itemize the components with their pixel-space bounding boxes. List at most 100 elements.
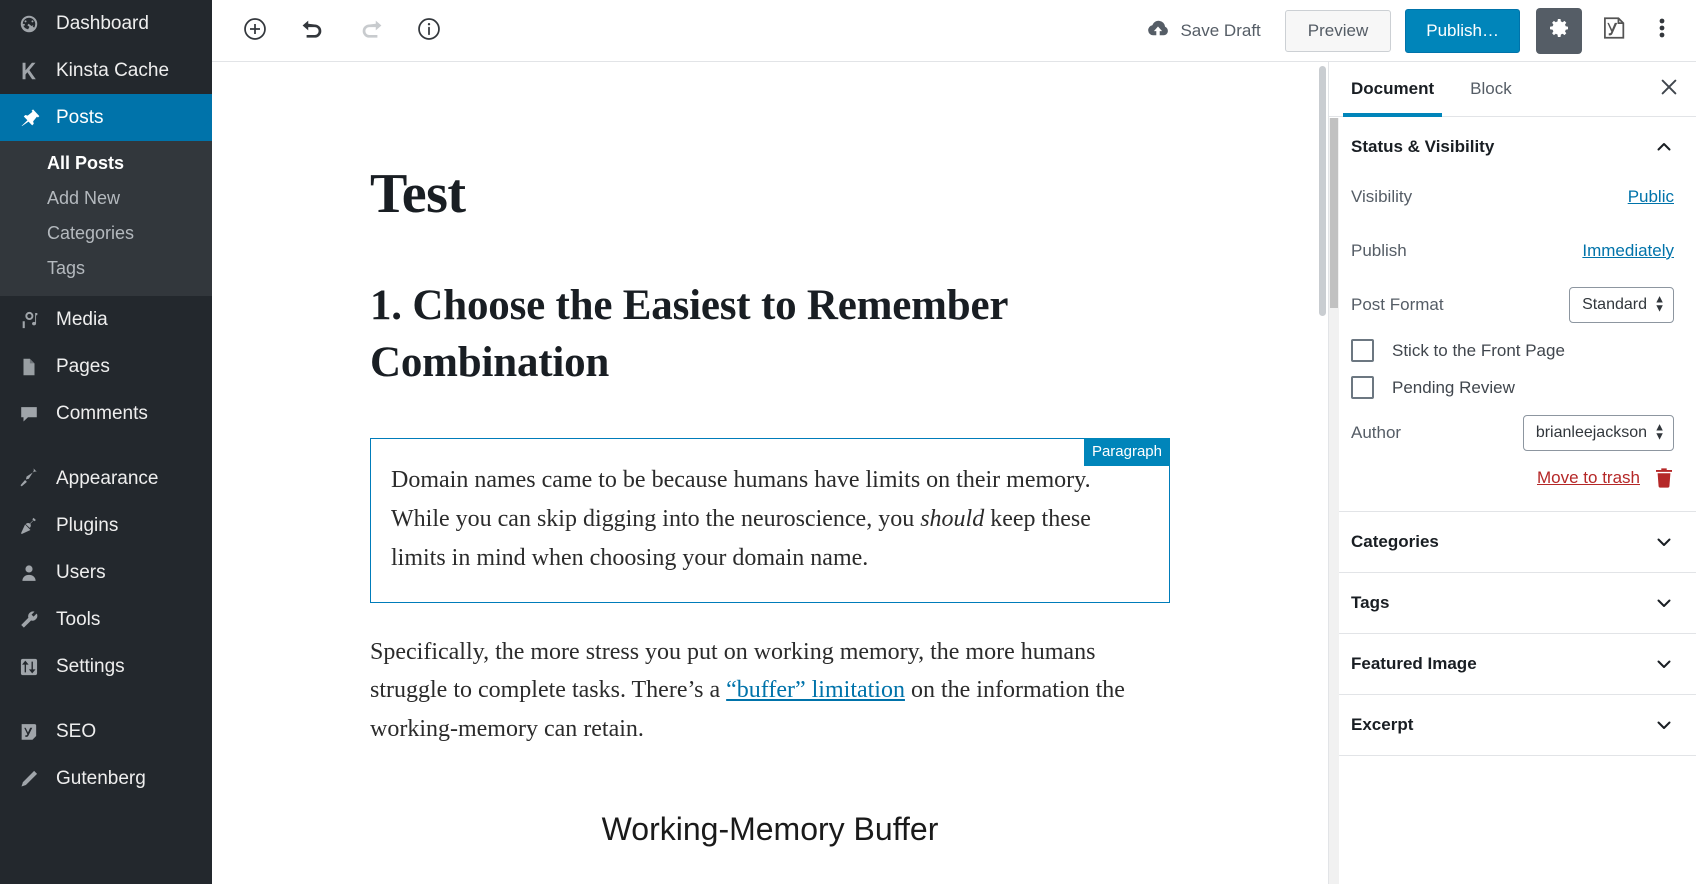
sidebar-item-gutenberg[interactable]: Gutenberg	[0, 755, 212, 802]
preview-button[interactable]: Preview	[1284, 9, 1392, 52]
close-sidebar-button[interactable]	[1641, 62, 1696, 116]
sidebar-item-label: Comments	[56, 402, 148, 424]
add-block-button[interactable]	[234, 10, 276, 52]
pending-review-label: Pending Review	[1392, 377, 1515, 397]
move-to-trash-button[interactable]: Move to trash	[1537, 468, 1640, 488]
more-menu-button[interactable]	[1642, 9, 1682, 53]
pin-icon	[14, 105, 44, 131]
submenu-item-all-posts[interactable]: All Posts	[0, 146, 212, 181]
trash-can-icon[interactable]	[1654, 467, 1674, 489]
toolbar-left-group	[234, 10, 450, 52]
pending-review-checkbox-row[interactable]: Pending Review	[1351, 376, 1674, 399]
panel-status-visibility: Status & Visibility Visibility Public Pu…	[1329, 117, 1696, 512]
settings-scrollbar-thumb[interactable]	[1330, 118, 1338, 308]
sidebar-item-seo[interactable]: SEO	[0, 708, 212, 755]
settings-toggle-button[interactable]	[1536, 7, 1582, 54]
plus-circle-icon	[242, 16, 268, 45]
content-info-button[interactable]	[408, 10, 450, 52]
sidebar-item-label: Settings	[56, 655, 125, 677]
heading-block[interactable]: 1. Choose the Easiest to Remember Combin…	[370, 278, 1170, 392]
pencil-icon	[14, 766, 44, 792]
paragraph-block-text[interactable]: Domain names came to be because humans h…	[391, 461, 1149, 578]
sticky-checkbox-row[interactable]: Stick to the Front Page	[1351, 339, 1674, 362]
publish-value-button[interactable]: Immediately	[1582, 241, 1674, 261]
post-format-select[interactable]: Standard ▲ ▼	[1569, 287, 1674, 323]
post-format-row: Post Format Standard ▲ ▼	[1351, 285, 1674, 325]
pages-icon	[14, 354, 44, 380]
sidebar-item-settings[interactable]: Settings	[0, 643, 212, 690]
settings-tab-bar: Document Block	[1329, 62, 1696, 117]
sidebar-item-pages[interactable]: Pages	[0, 343, 212, 390]
chevron-down-icon	[1654, 654, 1674, 674]
editor-canvas[interactable]: Test 1. Choose the Easiest to Remember C…	[212, 62, 1328, 884]
sidebar-item-tools[interactable]: Tools	[0, 596, 212, 643]
info-circle-icon	[416, 16, 442, 45]
sidebar-item-comments[interactable]: Comments	[0, 390, 212, 437]
panel-categories-header[interactable]: Categories	[1329, 512, 1696, 572]
submenu-item-add-new[interactable]: Add New	[0, 181, 212, 216]
visibility-value-button[interactable]: Public	[1628, 187, 1674, 207]
plug-icon	[14, 513, 44, 539]
undo-arrow-icon	[300, 16, 326, 45]
author-value: brianleejackson	[1535, 424, 1647, 441]
sidebar-item-dashboard[interactable]: Dashboard	[0, 0, 212, 47]
select-arrows-icon: ▲ ▼	[1654, 421, 1665, 443]
sidebar-item-label: Gutenberg	[56, 767, 146, 789]
tab-block[interactable]: Block	[1452, 62, 1530, 116]
post-title-field[interactable]: Test	[370, 162, 1170, 226]
sidebar-item-users[interactable]: Users	[0, 549, 212, 596]
yoast-icon	[14, 719, 44, 745]
panel-title: Categories	[1351, 532, 1439, 551]
save-draft-button[interactable]: Save Draft	[1146, 19, 1261, 43]
sidebar-item-label: Plugins	[56, 514, 119, 536]
sidebar-item-kinsta-cache[interactable]: Kinsta Cache	[0, 47, 212, 94]
panel-featured-image-header[interactable]: Featured Image	[1329, 634, 1696, 694]
selected-paragraph-block[interactable]: Paragraph Domain names came to be becaus…	[370, 437, 1170, 603]
publish-button[interactable]: Publish…	[1405, 8, 1520, 53]
editor-content-wrapper: Test 1. Choose the Easiest to Remember C…	[370, 62, 1170, 848]
editor-main-column: Save Draft Preview Publish… Test 1. Choo…	[212, 0, 1696, 884]
author-select[interactable]: brianleejackson ▲ ▼	[1522, 415, 1674, 451]
yoast-seo-button[interactable]	[1592, 9, 1636, 53]
move-to-trash-row: Move to trash	[1351, 467, 1674, 489]
tab-document[interactable]: Document	[1333, 62, 1452, 117]
panel-excerpt-header[interactable]: Excerpt	[1329, 695, 1696, 755]
sidebar-item-label: Users	[56, 561, 106, 583]
paragraph-block-2[interactable]: Specifically, the more stress you put on…	[370, 633, 1170, 750]
pending-review-checkbox[interactable]	[1351, 376, 1374, 399]
sidebar-divider-2	[0, 690, 212, 708]
submenu-item-categories[interactable]: Categories	[0, 216, 212, 251]
panel-categories: Categories	[1329, 512, 1696, 573]
toolbar-right-group: Save Draft Preview Publish…	[1146, 7, 1682, 54]
sidebar-item-label: Posts	[56, 106, 104, 128]
gear-icon	[1547, 16, 1571, 45]
sticky-label: Stick to the Front Page	[1392, 340, 1565, 360]
panel-excerpt: Excerpt	[1329, 695, 1696, 756]
panel-status-visibility-body: Visibility Public Publish Immediately Po…	[1329, 177, 1696, 511]
editor-scrollbar-thumb[interactable]	[1319, 66, 1326, 316]
panel-title: Status & Visibility	[1351, 137, 1495, 156]
buffer-limitation-link[interactable]: “buffer” limitation	[726, 677, 905, 703]
sidebar-item-label: Pages	[56, 355, 110, 377]
media-icon	[14, 307, 44, 333]
panel-title: Excerpt	[1351, 715, 1414, 734]
comment-bubble-icon	[14, 401, 44, 427]
settings-scrollbar[interactable]	[1329, 118, 1339, 884]
panel-status-visibility-header[interactable]: Status & Visibility	[1329, 117, 1696, 177]
sidebar-item-posts[interactable]: Posts	[0, 94, 212, 141]
redo-button[interactable]	[350, 10, 392, 52]
panel-tags-header[interactable]: Tags	[1329, 573, 1696, 633]
kebab-menu-icon	[1659, 16, 1665, 45]
editor-scrollbar[interactable]	[1315, 62, 1328, 884]
sidebar-item-plugins[interactable]: Plugins	[0, 502, 212, 549]
sidebar-item-appearance[interactable]: Appearance	[0, 455, 212, 502]
sidebar-item-label: Media	[56, 308, 108, 330]
kinsta-k-icon	[14, 58, 44, 84]
sidebar-item-label: Dashboard	[56, 12, 149, 34]
sidebar-item-media[interactable]: Media	[0, 296, 212, 343]
submenu-item-tags[interactable]: Tags	[0, 251, 212, 286]
settings-sidebar: Document Block Status & Visibility Visib…	[1328, 62, 1696, 884]
sticky-checkbox[interactable]	[1351, 339, 1374, 362]
author-row: Author brianleejackson ▲ ▼	[1351, 413, 1674, 453]
undo-button[interactable]	[292, 10, 334, 52]
